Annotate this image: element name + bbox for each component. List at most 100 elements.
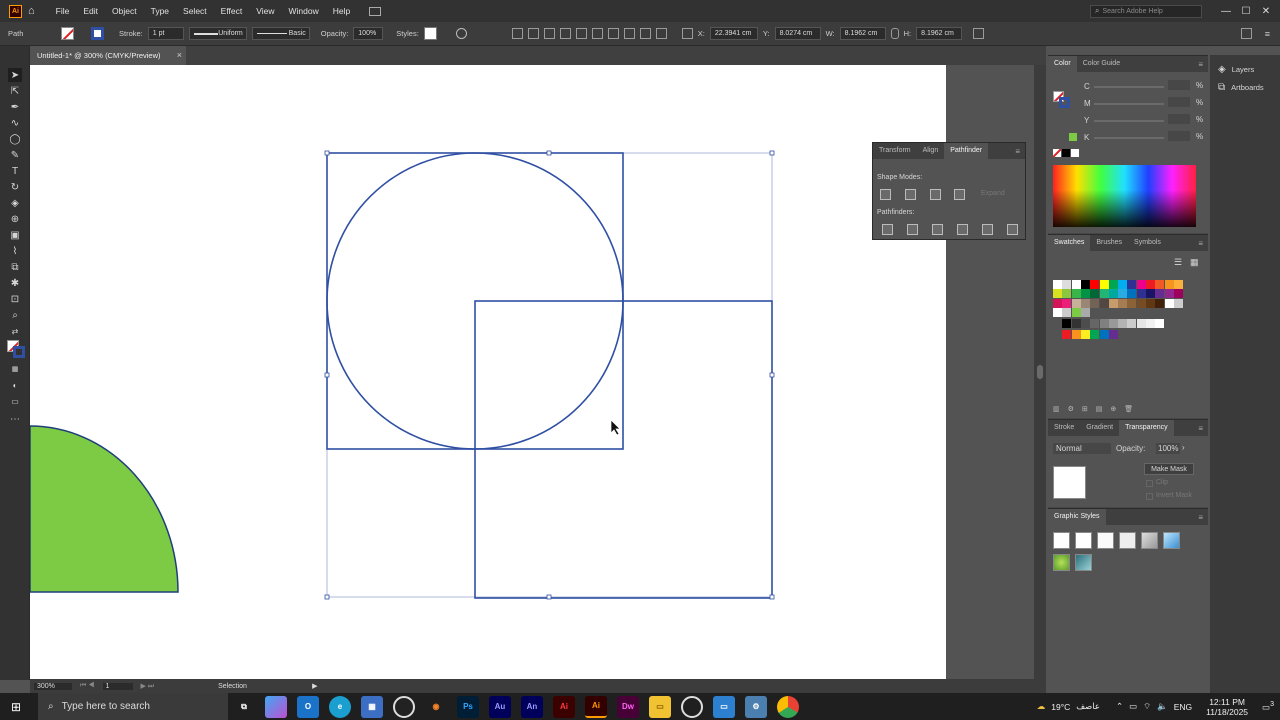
list-view-icon[interactable]: ☰ <box>1174 257 1182 268</box>
delete-swatch-icon[interactable]: 🗑 <box>1124 405 1133 413</box>
color-swatch[interactable] <box>1136 280 1146 289</box>
color-swatch[interactable] <box>1062 280 1072 289</box>
dreamweaver-icon[interactable]: Dw <box>617 695 639 718</box>
grayscale-swatch[interactable] <box>1071 319 1081 328</box>
language-indicator[interactable]: ENG <box>1174 702 1192 712</box>
tab-transparency[interactable]: Transparency <box>1119 420 1174 436</box>
swatch-kind-icon[interactable]: ⚙ <box>1068 405 1074 413</box>
opacity-arrow-icon[interactable]: › <box>1182 443 1185 452</box>
channel-y-slider[interactable] <box>1094 120 1164 122</box>
new-color-group-icon[interactable]: ▤ <box>1096 405 1103 413</box>
channel-y-value[interactable] <box>1168 114 1190 124</box>
opacity-value-field[interactable]: 100% <box>1156 443 1180 454</box>
color-swatch[interactable] <box>1062 307 1072 317</box>
color-swatch[interactable] <box>1071 307 1081 317</box>
channel-k-value[interactable] <box>1168 131 1190 141</box>
opacity-label[interactable]: Opacity: <box>321 29 349 38</box>
expand-button[interactable]: Expand <box>981 190 1005 197</box>
bright-swatch[interactable] <box>1062 330 1072 339</box>
tab-gradient[interactable]: Gradient <box>1080 420 1119 436</box>
color-swatch[interactable] <box>1053 298 1062 308</box>
color-swatch[interactable] <box>1053 289 1062 299</box>
shape-builder-tool-icon[interactable]: ⊕ <box>8 212 22 226</box>
color-swatch[interactable] <box>1080 307 1090 317</box>
color-swatch[interactable] <box>1118 280 1128 289</box>
bright-swatch[interactable] <box>1099 330 1109 339</box>
grayscale-swatch[interactable] <box>1062 319 1072 328</box>
constrain-proportions-icon[interactable] <box>890 28 899 39</box>
clock[interactable]: 12:11 PM 11/18/2025 <box>1206 697 1248 717</box>
menu-select[interactable]: Select <box>176 6 214 16</box>
clip-checkbox[interactable] <box>1146 480 1153 487</box>
selection-handles[interactable] <box>324 150 775 600</box>
blend-mode-select[interactable]: Normal <box>1053 443 1111 454</box>
color-swatch[interactable] <box>1099 280 1109 289</box>
intersect-icon[interactable] <box>930 189 941 200</box>
align-bottom-icon[interactable] <box>591 28 603 39</box>
edge-icon[interactable]: e <box>329 695 351 718</box>
distribute-middle-icon[interactable] <box>623 28 635 39</box>
color-swatch[interactable] <box>1146 280 1155 289</box>
screen-mode-icon[interactable]: ▭ <box>8 394 22 408</box>
align-center-icon[interactable] <box>527 28 539 39</box>
channel-m-slider[interactable] <box>1094 103 1164 105</box>
color-swatch[interactable] <box>1136 298 1146 308</box>
black-swatch[interactable] <box>1062 149 1070 157</box>
color-swatch[interactable] <box>1071 298 1081 308</box>
color-swatch[interactable] <box>1071 289 1081 299</box>
animate-icon[interactable]: An <box>521 695 543 718</box>
color-swatch[interactable] <box>1090 298 1100 308</box>
color-swatch[interactable] <box>1090 289 1100 299</box>
channel-c-value[interactable] <box>1168 80 1190 90</box>
windows-start-icon[interactable]: ⊞ <box>0 700 32 714</box>
menu-type[interactable]: Type <box>144 6 176 16</box>
color-swatch[interactable] <box>1146 289 1155 299</box>
help-search-box[interactable]: ⌕ Search Adobe Help <box>1090 4 1202 18</box>
color-swatch[interactable] <box>1127 298 1137 308</box>
white-swatch[interactable] <box>1071 149 1079 157</box>
status-menu-arrow-icon[interactable]: ▶ <box>312 682 317 690</box>
menu-effect[interactable]: Effect <box>214 6 250 16</box>
color-swatch[interactable] <box>1108 289 1118 299</box>
color-swatch[interactable] <box>1136 289 1146 299</box>
menu-view[interactable]: View <box>249 6 281 16</box>
style-swatch[interactable] <box>423 27 437 40</box>
artboard-navigation-prev-icon[interactable]: ⏮ ◀ <box>80 682 95 690</box>
new-swatch-icon[interactable]: ⊕ <box>1110 405 1116 413</box>
wifi-icon[interactable]: ⌔ <box>1143 701 1151 712</box>
swatch-libraries-icon[interactable]: ▥ <box>1053 405 1060 413</box>
tab-stroke[interactable]: Stroke <box>1048 420 1080 436</box>
chrome-icon[interactable] <box>777 695 799 718</box>
make-mask-button[interactable]: Make Mask <box>1144 463 1194 475</box>
menu-window[interactable]: Window <box>282 6 326 16</box>
vertical-scrollbar[interactable] <box>1034 65 1046 679</box>
weather-icon[interactable]: ☁ <box>1037 701 1046 712</box>
graphic-style-8[interactable] <box>1075 554 1092 571</box>
color-swatch[interactable] <box>1173 298 1183 308</box>
stroke-color-indicator[interactable] <box>13 346 25 358</box>
grayscale-swatch[interactable] <box>1099 319 1109 328</box>
stroke-swatch[interactable] <box>91 27 104 40</box>
grayscale-swatch[interactable] <box>1090 319 1100 328</box>
home-icon[interactable]: ⌂ <box>28 5 35 17</box>
grayscale-swatch[interactable] <box>1146 319 1155 328</box>
grid-view-icon[interactable]: ▦ <box>1190 257 1199 268</box>
grayscale-swatch[interactable] <box>1118 319 1128 328</box>
h-field[interactable]: 8.1962 cm <box>916 27 963 40</box>
swatch-grid[interactable] <box>1053 280 1203 340</box>
gradient-tool-icon[interactable]: ▣ <box>8 228 22 242</box>
file-explorer-icon[interactable]: ▭ <box>649 695 671 718</box>
close-document-icon[interactable]: × <box>177 50 182 60</box>
color-swatch[interactable] <box>1108 298 1118 308</box>
minimize-button[interactable]: — <box>1216 6 1236 17</box>
tab-graphic-styles[interactable]: Graphic Styles <box>1048 509 1106 525</box>
blender-icon[interactable]: ◉ <box>425 696 447 718</box>
color-swatch[interactable] <box>1099 289 1109 299</box>
crop-icon[interactable] <box>957 224 968 235</box>
edit-toolbar-icon[interactable]: ⋯ <box>8 412 22 426</box>
channel-m-value[interactable] <box>1168 97 1190 107</box>
symbol-sprayer-tool-icon[interactable]: ✱ <box>8 276 22 290</box>
color-swatch[interactable] <box>1080 280 1090 289</box>
w-field[interactable]: 8.1962 cm <box>839 27 886 40</box>
copilot-icon[interactable] <box>265 695 287 718</box>
